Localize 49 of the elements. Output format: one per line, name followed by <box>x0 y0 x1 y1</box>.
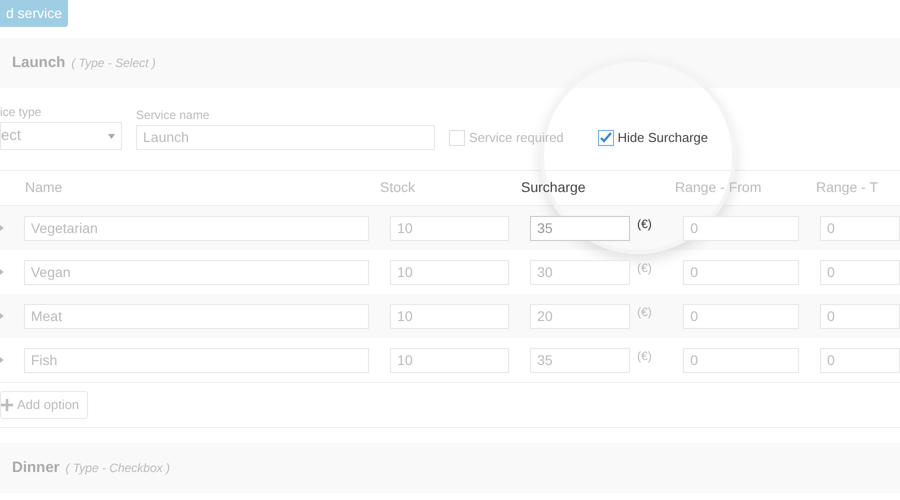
service-title: Launch <box>12 52 66 73</box>
add-service-button[interactable]: d service <box>0 0 68 27</box>
range-from-input[interactable]: 0 <box>683 216 799 240</box>
checkbox-label: Hide Surcharge <box>618 128 708 147</box>
stock-input[interactable]: 10 <box>390 216 510 240</box>
check-icon <box>600 132 612 143</box>
column-header: Range - T <box>816 179 878 195</box>
column-header: Range - From <box>675 179 762 195</box>
column-header: Name <box>25 179 62 195</box>
dropdown-caret-icon <box>108 134 115 138</box>
service-type-note: ( Type - Select ) <box>71 55 156 72</box>
range-from-input[interactable]: 0 <box>683 348 799 372</box>
option-name-input[interactable]: Fish <box>24 348 370 372</box>
service-name-input[interactable]: Launch <box>136 125 435 150</box>
option-name-input[interactable]: Vegetarian <box>24 216 370 240</box>
field-label: Service name <box>136 107 210 124</box>
column-header: Stock <box>380 179 416 195</box>
option-name-input[interactable]: Vegan <box>24 260 370 284</box>
range-from-input[interactable]: 0 <box>683 260 799 284</box>
range-to-input[interactable]: 0 <box>820 348 900 372</box>
range-to-input[interactable]: 0 <box>820 260 900 284</box>
field-label: ice type <box>0 104 42 121</box>
row-arrow-icon <box>0 313 4 319</box>
column-header: Surcharge <box>521 179 586 195</box>
option-name-input[interactable]: Meat <box>24 304 370 328</box>
add-option-button[interactable]: Add option <box>0 391 88 419</box>
checkbox-label: Service required <box>469 128 564 147</box>
currency-label: (€) <box>637 216 653 233</box>
surcharge-input[interactable]: 35 <box>530 348 630 372</box>
service-type-note: ( Type - Checkbox ) <box>66 460 170 477</box>
surcharge-input[interactable]: 35 <box>530 216 630 240</box>
range-from-input[interactable]: 0 <box>683 304 799 328</box>
surcharge-input[interactable]: 20 <box>530 304 630 328</box>
plus-icon <box>1 399 13 411</box>
stock-input[interactable]: 10 <box>390 260 510 284</box>
range-to-input[interactable]: 0 <box>820 216 900 240</box>
surcharge-input[interactable]: 30 <box>530 260 630 284</box>
row-arrow-icon <box>0 269 4 275</box>
currency-label: (€) <box>637 304 653 321</box>
range-to-input[interactable]: 0 <box>820 304 900 328</box>
stock-input[interactable]: 10 <box>390 304 510 328</box>
service-type-select[interactable]: ect <box>0 122 122 150</box>
service-title: Dinner <box>12 458 60 478</box>
currency-label: (€) <box>637 348 653 365</box>
row-arrow-icon <box>0 225 4 231</box>
stock-input[interactable]: 10 <box>390 348 510 372</box>
currency-label: (€) <box>637 260 653 277</box>
checkbox[interactable] <box>598 130 614 146</box>
row-arrow-icon <box>0 357 4 363</box>
